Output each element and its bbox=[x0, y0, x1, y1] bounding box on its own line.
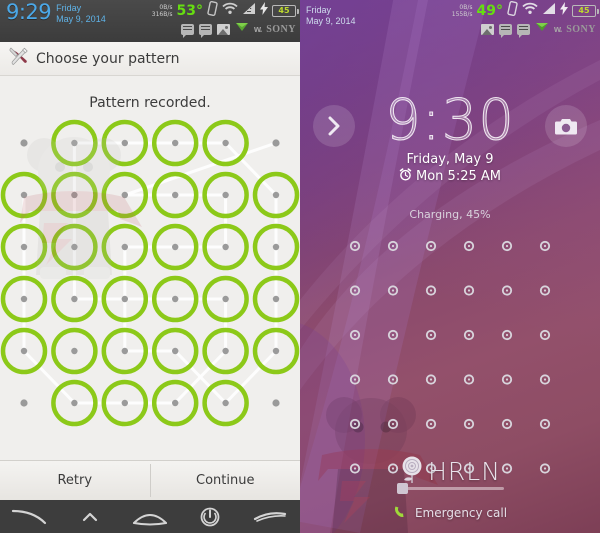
emergency-call-label: Emergency call bbox=[414, 505, 508, 520]
network-down: 316B/s bbox=[151, 11, 173, 18]
lock-network-up: 0B/s bbox=[459, 4, 473, 11]
lock-status-icons-row-1: 0B/s 155B/s 49° 45 bbox=[452, 0, 599, 21]
retry-button[interactable]: Retry bbox=[0, 461, 150, 500]
lock-battery-level: 45 bbox=[578, 6, 590, 15]
pattern-footer: Retry Continue bbox=[0, 460, 300, 500]
continue-button[interactable]: Continue bbox=[151, 461, 301, 500]
pattern-grid[interactable] bbox=[0, 119, 300, 449]
home-icon[interactable] bbox=[120, 508, 180, 526]
walkman-icon: w. bbox=[254, 24, 262, 34]
status-date: May 9, 2014 bbox=[56, 13, 106, 24]
status-clock-area: 9:29 Friday May 9, 2014 bbox=[6, 2, 106, 24]
lock-vibrate-icon bbox=[507, 0, 518, 21]
status-clock: 9:29 bbox=[6, 0, 52, 24]
lock-alarm-row: Mon 5:25 AM bbox=[300, 168, 600, 185]
lock-temperature-label: 49° bbox=[476, 3, 503, 19]
lock-clock: 9:30 bbox=[385, 88, 515, 153]
lock-battery-icon: 45 bbox=[572, 5, 599, 17]
power-icon[interactable] bbox=[180, 506, 240, 528]
lock-alarm-text: Mon 5:25 AM bbox=[416, 169, 501, 184]
recents-icon[interactable] bbox=[240, 510, 300, 524]
lock-signal-icon bbox=[542, 2, 556, 20]
lock-status-day: Friday bbox=[306, 5, 332, 15]
status-day: Friday bbox=[56, 3, 82, 13]
left-status-bar: 9:29 Friday May 9, 2014 0B/s 316B/s 53° bbox=[0, 0, 300, 42]
tools-icon bbox=[9, 47, 29, 71]
lock-status-icons-row-2: w. SONY bbox=[452, 20, 596, 38]
emergency-call-button[interactable]: Emergency call bbox=[300, 503, 600, 522]
page-title: Choose your pattern bbox=[36, 50, 180, 67]
pattern-instruction: Pattern recorded. bbox=[89, 95, 211, 111]
lock-screenshot-icon bbox=[481, 23, 495, 35]
lock-pattern-grid[interactable] bbox=[300, 232, 600, 477]
lock-status-date-area: Friday May 9, 2014 bbox=[306, 5, 356, 27]
wifi-icon bbox=[222, 2, 238, 20]
back-icon[interactable] bbox=[0, 509, 60, 525]
charging-bolt-icon bbox=[260, 2, 268, 20]
navigation-bar bbox=[0, 500, 300, 533]
screenshot-stage: 9:29 Friday May 9, 2014 0B/s 316B/s 53° bbox=[0, 0, 600, 533]
pattern-title-bar: Choose your pattern bbox=[0, 42, 300, 76]
download-icon bbox=[235, 20, 249, 38]
phone-icon bbox=[393, 503, 409, 522]
pattern-grid-svg[interactable] bbox=[0, 119, 300, 449]
pattern-setup-screen: 9:29 Friday May 9, 2014 0B/s 316B/s 53° bbox=[0, 0, 300, 533]
lock-status-date: May 9, 2014 bbox=[306, 16, 356, 26]
battery-icon: 45 bbox=[272, 5, 299, 17]
sony-logo: SONY bbox=[266, 23, 296, 35]
sms-icon bbox=[199, 23, 213, 38]
lock-charging-bolt-icon bbox=[560, 2, 568, 20]
unlock-slider-knob[interactable] bbox=[397, 483, 408, 494]
unlock-slider-track[interactable] bbox=[400, 487, 504, 490]
alarm-clock-icon bbox=[399, 168, 412, 185]
status-icons-area: 0B/s 316B/s 53° 45 w. SONY bbox=[152, 0, 299, 38]
screenshot-icon bbox=[217, 23, 231, 35]
lock-sony-logo: SONY bbox=[566, 23, 596, 35]
status-date-area: Friday May 9, 2014 bbox=[56, 3, 106, 24]
charging-status: Charging, 45% bbox=[409, 208, 491, 221]
battery-level: 45 bbox=[278, 6, 290, 15]
lock-status-icons-area: 0B/s 155B/s 49° 45 w. SONY bbox=[452, 0, 599, 38]
lock-network-rate: 0B/s 155B/s bbox=[452, 4, 473, 18]
owner-info: HRLN bbox=[300, 455, 600, 488]
lock-message-icon bbox=[499, 23, 513, 38]
right-status-bar: Friday May 9, 2014 0B/s 155B/s 49° 45 w.… bbox=[300, 0, 600, 42]
lock-network-down: 155B/s bbox=[451, 11, 473, 18]
status-icons-row-2: w. SONY bbox=[152, 20, 296, 38]
owner-name: HRLN bbox=[428, 457, 501, 486]
status-icons-row-1: 0B/s 316B/s 53° 45 bbox=[152, 0, 299, 21]
lock-screen: Friday May 9, 2014 0B/s 155B/s 49° 45 w.… bbox=[300, 0, 600, 533]
lock-walkman-icon: w. bbox=[554, 24, 562, 34]
temperature-label: 53° bbox=[176, 3, 203, 19]
lock-download-icon bbox=[535, 20, 549, 38]
network-rate: 0B/s 316B/s bbox=[152, 4, 173, 18]
message-icon bbox=[181, 23, 195, 38]
signal-icon bbox=[242, 2, 256, 20]
network-up: 0B/s bbox=[159, 4, 173, 11]
up-icon[interactable] bbox=[60, 510, 120, 524]
vibrate-icon bbox=[207, 0, 218, 21]
lock-sms-icon bbox=[517, 23, 531, 38]
lock-date: Friday, May 9 bbox=[406, 152, 494, 167]
lock-wifi-icon bbox=[522, 2, 538, 20]
lock-dots-svg[interactable] bbox=[300, 232, 600, 477]
